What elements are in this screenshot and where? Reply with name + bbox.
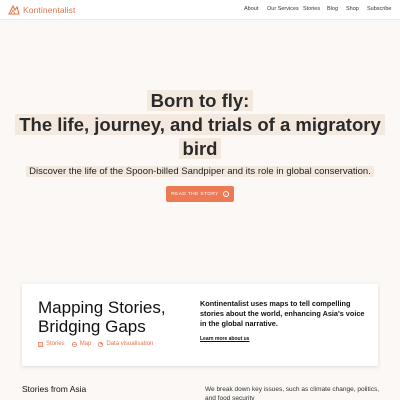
nav-link-stories[interactable]: Stories [303, 6, 320, 12]
cta-label: READ THE STORY [171, 191, 219, 197]
section-title: Stories from Asia [22, 384, 87, 394]
hero-title-line-3: bird [0, 137, 400, 161]
logo[interactable]: Kontinentalist [8, 4, 75, 15]
arrow-right-circle-icon: › [222, 191, 229, 197]
hero-title-line-2: The life, journey, and trials of a migra… [0, 113, 400, 137]
card-title-line-2: Bridging Gaps [38, 317, 146, 336]
hero-title-text-1: Born to fly: [146, 90, 254, 111]
hero-title-line-1: Born to fly: [0, 89, 400, 113]
tag-stories[interactable]: Stories [38, 341, 65, 347]
kontinentalist-logo-icon [8, 4, 20, 15]
top-navbar: Kontinentalist About Our Services Storie… [0, 0, 400, 20]
logo-text: Kontinentalist [23, 4, 76, 15]
learn-more-link[interactable]: Learn more about us [200, 336, 249, 342]
hero-subtitle: Discover the life of the Spoon-billed Sa… [0, 166, 400, 177]
read-the-story-button[interactable]: READ THE STORY › [166, 186, 234, 202]
tag-map-label: Map [79, 341, 92, 347]
nav-link-about[interactable]: About [244, 6, 258, 12]
section-description: We break down key issues, such as climat… [205, 386, 380, 400]
card-title: Mapping Stories, Bridging Gaps [38, 298, 166, 336]
tag-data-visualisation-label: Data visualisation [106, 341, 154, 347]
hero-title-text-3: bird [178, 138, 222, 159]
hero-subtitle-text: Discover the life of the Spoon-billed Sa… [26, 166, 374, 177]
card-description: Kontinentalist uses maps to tell compell… [200, 299, 365, 328]
globe-icon [71, 341, 77, 347]
card-tags: Stories Map Data visualisation [38, 341, 160, 347]
hero-title-text-2: The life, journey, and trials of a migra… [15, 114, 385, 135]
nav-link-blog[interactable]: Blog [327, 6, 338, 12]
tag-data-visualisation[interactable]: Data visualisation [98, 341, 153, 347]
book-icon [38, 341, 43, 347]
nav-link-shop[interactable]: Shop [346, 6, 359, 12]
chart-icon [98, 341, 104, 347]
tag-stories-label: Stories [46, 341, 65, 347]
nav-link-our-services[interactable]: Our Services [267, 6, 299, 12]
nav-link-subscribe[interactable]: Subscribe [367, 6, 391, 12]
card-title-line-1: Mapping Stories, [38, 298, 166, 317]
tag-map[interactable]: Map [71, 341, 92, 347]
about-card: Mapping Stories, Bridging Gaps Stories M… [22, 284, 378, 366]
